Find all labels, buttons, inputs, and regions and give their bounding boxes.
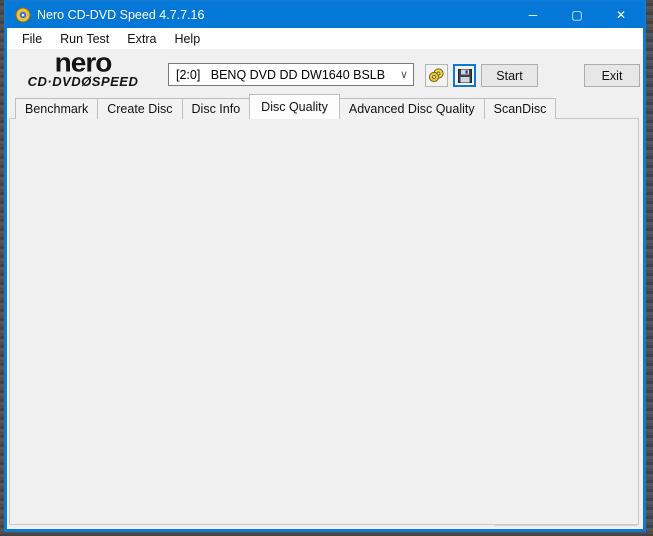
menu-help[interactable]: Help <box>165 30 209 48</box>
disc-stack-icon <box>428 68 444 83</box>
tab-strip: Benchmark Create Disc Disc Info Disc Qua… <box>15 94 557 119</box>
disc-quality-panel <box>9 118 639 525</box>
tab-disc-quality[interactable]: Disc Quality <box>249 94 340 119</box>
app-window: Nero CD-DVD Speed 4.7.7.16 ─ ▢ ✕ File Ru… <box>7 2 643 529</box>
tab-disc-info[interactable]: Disc Info <box>181 98 251 119</box>
app-icon <box>15 7 31 23</box>
drive-select[interactable]: [2:0] BENQ DVD DD DW1640 BSLB ∨ <box>168 63 414 86</box>
title-bar: Nero CD-DVD Speed 4.7.7.16 ─ ▢ ✕ <box>7 2 643 28</box>
eject-disc-button[interactable] <box>425 64 448 87</box>
menu-file[interactable]: File <box>13 30 51 48</box>
toolbar: nero CD·DVDØSPEED [2:0] BENQ DVD DD DW16… <box>7 49 643 95</box>
minimize-button[interactable]: ─ <box>511 2 555 28</box>
start-button[interactable]: Start <box>481 64 538 87</box>
exit-button[interactable]: Exit <box>584 64 640 87</box>
nero-logo: nero CD·DVDØSPEED <box>27 48 139 89</box>
close-button[interactable]: ✕ <box>599 2 643 28</box>
floppy-disk-icon <box>457 68 472 83</box>
menu-run-test[interactable]: Run Test <box>51 30 118 48</box>
menu-bar: File Run Test Extra Help <box>7 28 643 49</box>
tab-benchmark[interactable]: Benchmark <box>15 98 99 119</box>
tab-scandisc[interactable]: ScanDisc <box>483 98 557 119</box>
tab-advanced-disc-quality[interactable]: Advanced Disc Quality <box>338 98 485 119</box>
save-button[interactable] <box>453 64 476 87</box>
maximize-button[interactable]: ▢ <box>555 2 599 28</box>
chevron-down-icon: ∨ <box>399 69 409 81</box>
tab-create-disc[interactable]: Create Disc <box>97 98 183 119</box>
menu-extra[interactable]: Extra <box>118 30 165 48</box>
window-title: Nero CD-DVD Speed 4.7.7.16 <box>37 8 205 22</box>
